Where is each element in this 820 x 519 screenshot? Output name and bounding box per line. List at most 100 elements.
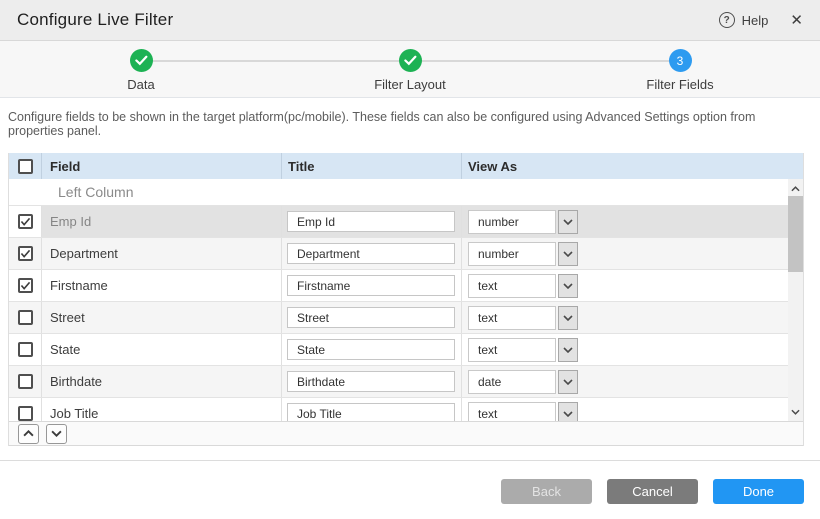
field-name-label: Street [41,302,281,333]
view-as-value: text [468,338,556,362]
done-button[interactable]: Done [713,479,804,504]
scroll-down-icon[interactable] [788,404,803,419]
row-checkbox[interactable] [18,246,33,261]
step-label: Data [81,77,201,92]
row-checkbox-cell [9,238,41,269]
table-row[interactable]: Street text [9,301,788,333]
field-name-label: Job Title [41,398,281,421]
view-as-cell: text [461,398,788,421]
view-as-select[interactable]: number [468,242,578,266]
view-as-select[interactable]: date [468,370,578,394]
help-link[interactable]: Help [742,13,769,28]
chevron-down-icon[interactable] [558,338,578,362]
dialog-description: Configure fields to be shown in the targ… [8,110,810,138]
row-checkbox-cell [9,302,41,333]
row-checkbox-cell [9,206,41,237]
step-done-check-icon [130,49,153,72]
chevron-down-icon[interactable] [558,242,578,266]
view-as-select[interactable]: text [468,338,578,362]
title-input[interactable] [287,307,455,328]
step-label: Filter Layout [350,77,470,92]
view-as-cell: number [461,206,788,237]
view-as-cell: text [461,334,788,365]
wizard-stepper: Data Filter Layout 3 Filter Fields [0,41,820,98]
field-name-label: Department [41,238,281,269]
chevron-down-icon[interactable] [558,402,578,422]
view-as-value: text [468,306,556,330]
view-as-value: text [468,402,556,422]
row-checkbox[interactable] [18,374,33,389]
row-checkbox[interactable] [18,406,33,421]
table-row[interactable]: Emp Id number [9,205,788,237]
title-input[interactable] [287,339,455,360]
scrollbar-thumb[interactable] [788,196,803,272]
step-filter-fields[interactable]: 3 Filter Fields [620,49,740,92]
grid-footer [9,421,803,446]
back-button[interactable]: Back [501,479,592,504]
header-field: Field [41,153,281,179]
row-checkbox-cell [9,398,41,421]
close-icon[interactable]: ✕ [790,13,803,28]
view-as-cell: text [461,302,788,333]
title-input[interactable] [287,403,455,421]
header-title: Title [281,153,461,179]
chevron-down-icon[interactable] [558,210,578,234]
title-input[interactable] [287,371,455,392]
view-as-value: date [468,370,556,394]
title-input[interactable] [287,211,455,232]
vertical-scrollbar[interactable] [788,179,803,421]
step-done-check-icon [399,49,422,72]
table-row[interactable]: Job Title text [9,397,788,421]
title-cell [281,366,461,397]
row-checkbox-cell [9,334,41,365]
view-as-value: number [468,242,556,266]
title-cell [281,302,461,333]
row-checkbox[interactable] [18,310,33,325]
configure-live-filter-dialog: Configure Live Filter ? Help ✕ Data Filt… [0,0,820,519]
dialog-actions: Back Cancel Done [501,479,804,504]
header-checkbox-cell [9,153,41,179]
table-header-row: Field Title View As [9,153,803,179]
view-as-value: number [468,210,556,234]
view-as-select[interactable]: number [468,210,578,234]
filter-fields-table: Field Title View As Left Column Emp Id n… [8,153,804,446]
view-as-cell: text [461,270,788,301]
row-checkbox[interactable] [18,278,33,293]
footer-divider [0,460,820,461]
cancel-button[interactable]: Cancel [607,479,698,504]
table-row[interactable]: Birthdate date [9,365,788,397]
row-checkbox[interactable] [18,342,33,357]
group-row-left-column: Left Column [9,179,788,205]
row-checkbox-cell [9,366,41,397]
header-view-as: View As [461,153,803,179]
step-label: Filter Fields [620,77,740,92]
title-cell [281,206,461,237]
move-down-button[interactable] [46,424,67,444]
chevron-down-icon[interactable] [558,274,578,298]
chevron-down-icon[interactable] [558,370,578,394]
dialog-titlebar: Configure Live Filter ? Help ✕ [0,0,820,41]
field-name-label: Emp Id [41,206,281,237]
view-as-select[interactable]: text [468,274,578,298]
view-as-value: text [468,274,556,298]
help-icon[interactable]: ? [719,12,735,28]
title-input[interactable] [287,275,455,296]
view-as-select[interactable]: text [468,306,578,330]
row-checkbox-cell [9,270,41,301]
step-data[interactable]: Data [81,49,201,92]
table-row[interactable]: Firstname text [9,269,788,301]
table-row[interactable]: State text [9,333,788,365]
select-all-checkbox[interactable] [18,159,33,174]
view-as-cell: number [461,238,788,269]
chevron-down-icon[interactable] [558,306,578,330]
view-as-select[interactable]: text [468,402,578,422]
table-row[interactable]: Department number [9,237,788,269]
move-up-button[interactable] [18,424,39,444]
row-checkbox[interactable] [18,214,33,229]
step-number-badge: 3 [669,49,692,72]
title-cell [281,398,461,421]
title-input[interactable] [287,243,455,264]
title-cell [281,238,461,269]
step-filter-layout[interactable]: Filter Layout [350,49,470,92]
scroll-up-icon[interactable] [788,181,803,196]
